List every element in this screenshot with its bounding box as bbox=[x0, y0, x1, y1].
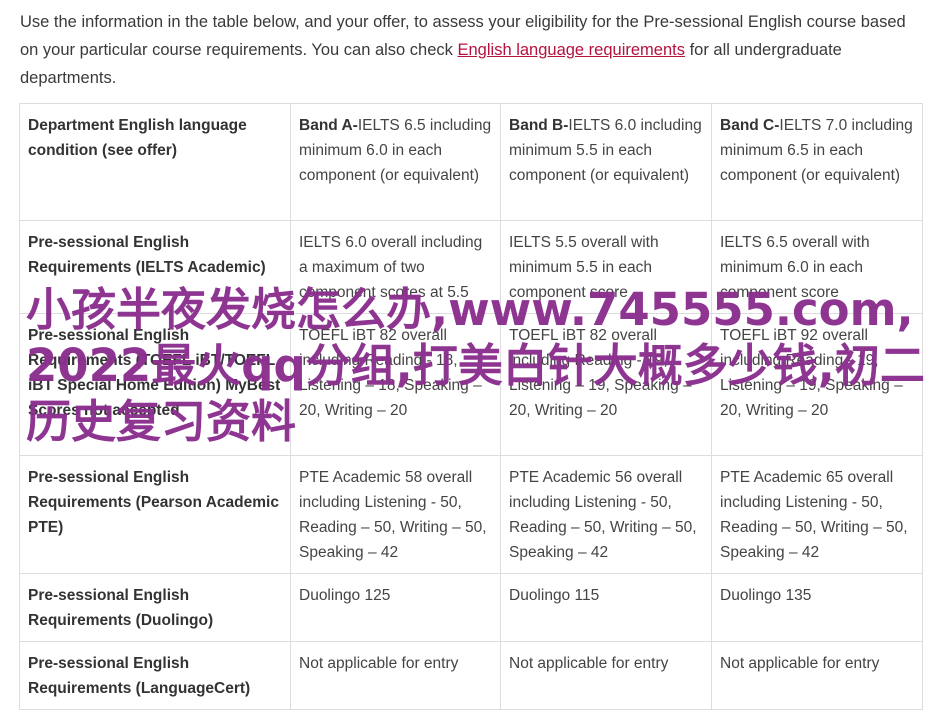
table-cell: Not applicable for entry bbox=[711, 641, 923, 710]
table-row: Pre-sessional English Requirements (Duol… bbox=[19, 573, 923, 642]
table-row: Pre-sessional English Requirements (Pear… bbox=[19, 455, 923, 574]
table-cell: TOEFL iBT 82 overall including Reading -… bbox=[500, 313, 712, 456]
row-label-languagecert: Pre-sessional English Requirements (Lang… bbox=[19, 641, 291, 710]
band-c-cell: Band C-IELTS 7.0 including minimum 6.5 i… bbox=[711, 103, 923, 221]
table-cell: PTE Academic 65 overall including Listen… bbox=[711, 455, 923, 574]
table-cell: TOEFL iBT 82 overall including Reading -… bbox=[290, 313, 501, 456]
table-cell: PTE Academic 58 overall including Listen… bbox=[290, 455, 501, 574]
table-cell: IELTS 6.0 overall including a maximum of… bbox=[290, 220, 501, 314]
table-cell: PTE Academic 56 overall including Listen… bbox=[500, 455, 712, 574]
table-row: Pre-sessional English Requirements (Lang… bbox=[19, 641, 923, 710]
band-b-name: Band B- bbox=[509, 117, 569, 134]
header-label-cell: Department English language condition (s… bbox=[19, 103, 291, 221]
table-header-row: Department English language condition (s… bbox=[19, 103, 923, 221]
requirements-table: Department English language condition (s… bbox=[19, 103, 923, 710]
intro-paragraph: Use the information in the table below, … bbox=[20, 8, 925, 92]
table-cell: Duolingo 115 bbox=[500, 573, 712, 642]
table-cell: Duolingo 125 bbox=[290, 573, 501, 642]
row-label-duolingo: Pre-sessional English Requirements (Duol… bbox=[19, 573, 291, 642]
table-cell: Duolingo 135 bbox=[711, 573, 923, 642]
row-label-toefl: Pre-sessional English Requirements (TOEF… bbox=[19, 313, 291, 456]
table-row: Pre-sessional English Requirements (TOEF… bbox=[19, 313, 923, 456]
row-label-pte: Pre-sessional English Requirements (Pear… bbox=[19, 455, 291, 574]
table-cell: Not applicable for entry bbox=[500, 641, 712, 710]
table-cell: TOEFL iBT 92 overall including Reading -… bbox=[711, 313, 923, 456]
band-b-cell: Band B-IELTS 6.0 including minimum 5.5 i… bbox=[500, 103, 712, 221]
row-label-ielts: Pre-sessional English Requirements (IELT… bbox=[19, 220, 291, 314]
english-requirements-link[interactable]: English language requirements bbox=[458, 41, 685, 59]
band-a-cell: Band A-IELTS 6.5 including minimum 6.0 i… bbox=[290, 103, 501, 221]
band-a-name: Band A- bbox=[299, 117, 358, 134]
table-cell: IELTS 6.5 overall with minimum 6.0 in ea… bbox=[711, 220, 923, 314]
table-row: Pre-sessional English Requirements (IELT… bbox=[19, 220, 923, 314]
band-c-name: Band C- bbox=[720, 117, 780, 134]
table-cell: Not applicable for entry bbox=[290, 641, 501, 710]
table-cell: IELTS 5.5 overall with minimum 5.5 in ea… bbox=[500, 220, 712, 314]
